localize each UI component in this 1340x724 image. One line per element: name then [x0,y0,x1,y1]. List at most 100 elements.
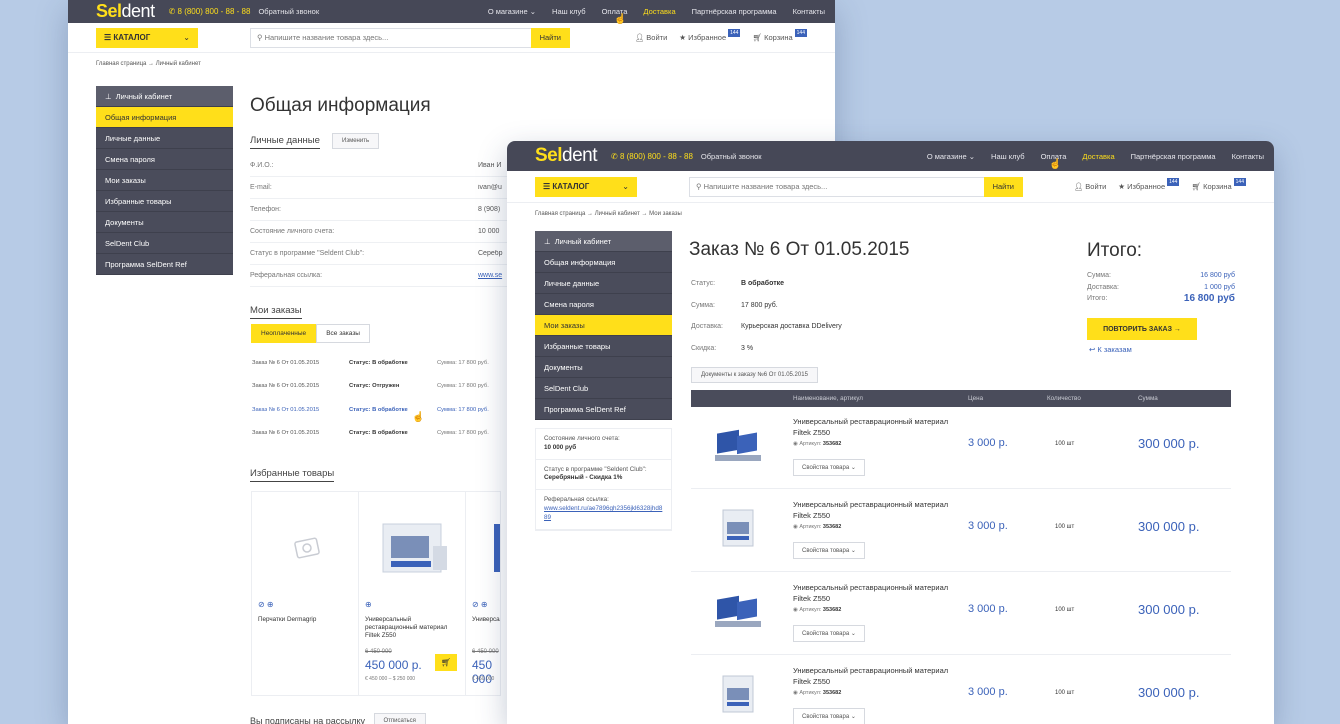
search-input[interactable]: ⚲ Напишите название товара здесь... Найти [250,27,570,48]
phone[interactable]: ✆ 8 (800) 800 - 88 - 88 [169,7,251,16]
product-name[interactable]: Универсальный реставрационный материал F… [793,417,953,438]
callback-link[interactable]: Обратный звонок [258,7,319,16]
sidebar-item-password[interactable]: Смена пароля [96,149,233,170]
sidebar-item-account[interactable]: ⊥ Личный кабинет [96,86,233,107]
sidebar-item-personal[interactable]: Личные данные [96,128,233,149]
sidebar-item-favorites[interactable]: Избранные товары [535,336,672,357]
sidebar-item-favorites[interactable]: Избранные товары [96,191,233,212]
order-title: Заказ № 6 От 01.05.2015 [689,239,910,260]
product-image[interactable] [709,670,767,718]
catalog-button[interactable]: ☰ КАТАЛОГ ⌄ [96,27,198,48]
order-row[interactable]: Заказ № 6 От 01.05.2015 Статус: В обработ… [252,351,489,375]
logo[interactable]: Seldent [96,1,155,22]
back-to-orders-link[interactable]: ↩ К заказам [1089,345,1132,354]
sidebar-item-account[interactable]: ⊥ Личный кабинет [535,231,672,252]
compare-icon[interactable]: ⊕ [365,600,372,609]
nav-contacts[interactable]: Контакты [1232,152,1264,161]
login-link[interactable]: 👤︎ Войти [1074,182,1107,191]
search-input[interactable]: ⚲ Напишите название товара здесь... Найти [689,176,1023,197]
product-card[interactable]: ⊘ ⊕ Универсальный реставрационный матери… [465,491,501,696]
product-properties-dropdown[interactable]: Свойства товара ⌄ [793,459,865,476]
sidebar-item-ref[interactable]: Программа SelDent Ref [96,254,233,275]
tab-all-orders[interactable]: Все заказы [316,324,370,343]
sidebar-item-ref[interactable]: Программа SelDent Ref [535,399,672,420]
nav-contacts[interactable]: Контакты [793,7,825,16]
add-to-cart-button[interactable]: 🛒︎ [435,654,457,671]
favorites-badge: 144 [1167,178,1180,186]
breadcrumb[interactable]: Главная страница → Личный кабинет [68,53,835,73]
edit-button[interactable]: Изменить [332,133,380,149]
product-image[interactable] [709,587,767,635]
compare-icon[interactable]: ⊘ ⊕ [258,600,274,609]
unsubscribe-button[interactable]: Отписаться [373,713,426,724]
order-row[interactable]: Заказ № 6 От 01.05.2015 Статус: В обработ… [252,422,489,446]
product-image[interactable] [709,504,767,552]
order-row[interactable]: Заказ № 6 От 01.05.2015 Статус: В обработ… [252,398,489,422]
product-name[interactable]: Универсальный реставрационный материал F… [793,500,953,521]
total-title: Итого: [1087,240,1143,261]
mouse-cursor-icon: ☝ [1049,159,1062,170]
sidebar-item-general[interactable]: Общая информация [96,107,233,128]
product-image[interactable] [709,421,767,469]
callback-link[interactable]: Обратный звонок [701,152,762,161]
referral-link[interactable]: www.seldent.ru/ae7896gh2356jkl6328jhd889 [544,505,662,521]
user-links: 👤︎ Войти ★ Избранное 144 🛒︎ Корзина 144 [1074,178,1246,191]
product-properties-dropdown[interactable]: Свойства товара ⌄ [793,708,865,724]
search-icon: ⚲ [696,182,704,191]
search-button[interactable]: Найти [530,27,570,48]
product-price: 3 000 р. [968,437,1008,449]
sidebar-item-documents[interactable]: Документы [535,357,672,378]
detail-row: Скидка: 3 % [691,344,754,352]
products-table-header: Наименование, артикул Цена Количество Су… [691,390,1231,407]
referral-block: Реферальная ссылка: www.seldent.ru/ae7896… [536,490,671,530]
nav-partner[interactable]: Партнёрская программа [1131,152,1216,161]
search-button[interactable]: Найти [983,176,1023,197]
orders-list: Заказ № 6 От 01.05.2015 Статус: В обработ… [252,351,489,445]
login-link[interactable]: 👤︎ Войти [635,33,668,42]
sidebar-item-orders[interactable]: Мои заказы [535,315,672,336]
cart-link[interactable]: 🛒︎ Корзина 144 [1191,178,1246,191]
nav-partner[interactable]: Партнёрская программа [692,7,777,16]
phone[interactable]: ✆ 8 (800) 800 - 88 - 88 [611,152,693,161]
product-sku: ◉ Артикул: 353682 [793,524,842,530]
menu-icon: ☰ [543,182,553,191]
product-qty: 100 шт [1055,441,1075,447]
top-bar: Seldent ✆ 8 (800) 800 - 88 - 88 Обратный… [68,0,835,23]
product-sku: ◉ Артикул: 353682 [793,607,842,613]
logo[interactable]: Seldent [535,145,598,167]
product-card[interactable]: ⊘ ⊕ Перчатки Dermagrip [251,491,359,696]
sidebar-item-club[interactable]: SelDent Club [96,233,233,254]
product-properties-dropdown[interactable]: Свойства товара ⌄ [793,542,865,559]
orders-tabs: Неоплаченные Все заказы [251,324,370,343]
cart-link[interactable]: 🛒︎ Корзина 144 [752,29,807,42]
nav-about[interactable]: О магазине ⌄ [488,7,536,16]
sidebar-item-personal[interactable]: Личные данные [535,273,672,294]
product-name[interactable]: Универсальный реставрационный материал F… [793,666,953,687]
sidebar-item-password[interactable]: Смена пароля [535,294,672,315]
nav-delivery[interactable]: Доставка [643,7,675,16]
product-card[interactable]: ⊕ Универсальный реставрационный материал… [358,491,466,696]
favorites-link[interactable]: ★ Избранное 144 [679,29,741,42]
compare-icon[interactable]: ⊘ ⊕ [472,600,488,609]
nav-about[interactable]: О магазине ⌄ [927,152,975,161]
product-name[interactable]: Универсальный реставрационный материал [472,616,500,624]
nav-delivery[interactable]: Доставка [1082,152,1114,161]
product-name[interactable]: Перчатки Dermagrip [258,616,350,624]
product-name[interactable]: Универсальный реставрационный материал F… [365,616,457,641]
sidebar-item-general[interactable]: Общая информация [535,252,672,273]
sidebar-item-club[interactable]: SelDent Club [535,378,672,399]
sidebar-item-orders[interactable]: Мои заказы [96,170,233,191]
repeat-order-button[interactable]: ПОВТОРИТЬ ЗАКАЗ → [1087,318,1197,340]
favorites-link[interactable]: ★ Избранное 144 [1118,178,1180,191]
sidebar-item-documents[interactable]: Документы [96,212,233,233]
tab-unpaid[interactable]: Неоплаченные [251,324,317,343]
product-name[interactable]: Универсальный реставрационный материал F… [793,583,953,604]
order-row[interactable]: Заказ № 6 От 01.05.2015 Статус: Отгружен С… [252,375,489,399]
nav-club[interactable]: Наш клуб [991,152,1025,161]
order-documents-button[interactable]: Документы к заказу №6 От 01.05.2015 [691,367,818,383]
breadcrumb[interactable]: Главная страница → Личный кабинет → Мои … [507,203,1274,223]
product-properties-dropdown[interactable]: Свойства товара ⌄ [793,625,865,642]
price-range: € 450 000 [472,676,495,682]
catalog-button[interactable]: ☰ КАТАЛОГ ⌄ [535,176,637,197]
nav-club[interactable]: Наш клуб [552,7,586,16]
